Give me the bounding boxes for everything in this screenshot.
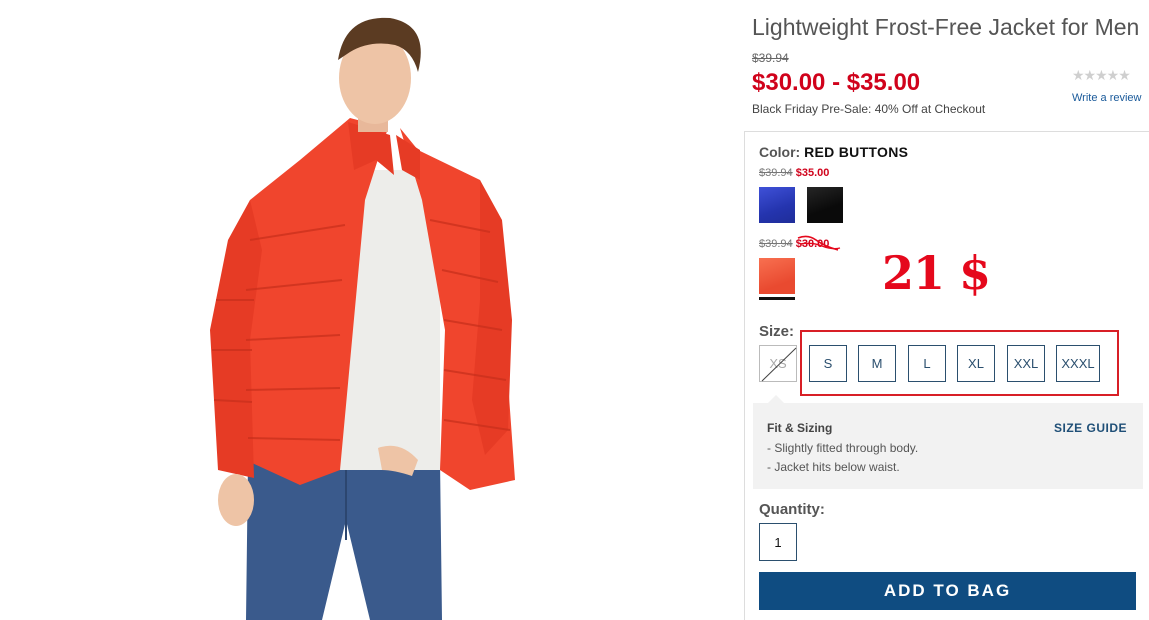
fit-panel-pointer <box>767 395 785 404</box>
quantity-input[interactable] <box>759 523 797 561</box>
price-range: $30.00 - $35.00 <box>752 69 921 96</box>
color-selector-label: Color: RED BUTTONS <box>759 144 908 160</box>
unavailable-slash-icon <box>761 347 797 382</box>
color-swatch-black[interactable] <box>807 187 843 223</box>
add-to-bag-button[interactable]: ADD TO BAG <box>759 572 1136 610</box>
swatch-group-old-price: $39.94 <box>759 167 793 179</box>
original-price: $39.94 <box>752 51 789 65</box>
fit-sizing-title: Fit & Sizing <box>767 421 833 435</box>
color-selected-value: RED BUTTONS <box>804 144 909 160</box>
color-swatch-red[interactable] <box>759 258 795 294</box>
annotation-highlight-box <box>800 330 1119 396</box>
size-option-xs[interactable]: XS <box>759 345 797 382</box>
swatch-group-new-price: $35.00 <box>795 167 830 179</box>
fit-detail-line: - Slightly fitted through body. <box>767 441 919 455</box>
size-label: Size: <box>759 323 795 340</box>
handwritten-price-annotation: 21 $ <box>882 246 991 300</box>
product-title: Lightweight Frost-Free Jacket for Men <box>752 14 1140 40</box>
swatch-group-old-price: $39.94 <box>759 238 793 250</box>
fit-detail-line: - Jacket hits below waist. <box>767 460 900 474</box>
options-divider <box>745 131 1149 132</box>
product-image[interactable] <box>150 0 610 620</box>
rating-stars-icon: ★★★★★ <box>1072 67 1131 83</box>
options-divider-left <box>744 131 745 620</box>
write-review-link[interactable]: Write a review <box>1072 92 1141 104</box>
color-label: Color: <box>759 144 801 160</box>
quantity-label: Quantity: <box>759 501 825 518</box>
selected-swatch-indicator <box>759 297 795 300</box>
promo-text: Black Friday Pre-Sale: 40% Off at Checko… <box>752 102 986 116</box>
jacket-model-illustration <box>150 0 610 620</box>
price-strike-scribble <box>797 235 841 251</box>
color-swatch-blue[interactable] <box>759 187 795 223</box>
size-guide-link[interactable]: SIZE GUIDE <box>1054 421 1127 435</box>
swatch-group-price: $39.94 $35.00 <box>759 167 829 179</box>
